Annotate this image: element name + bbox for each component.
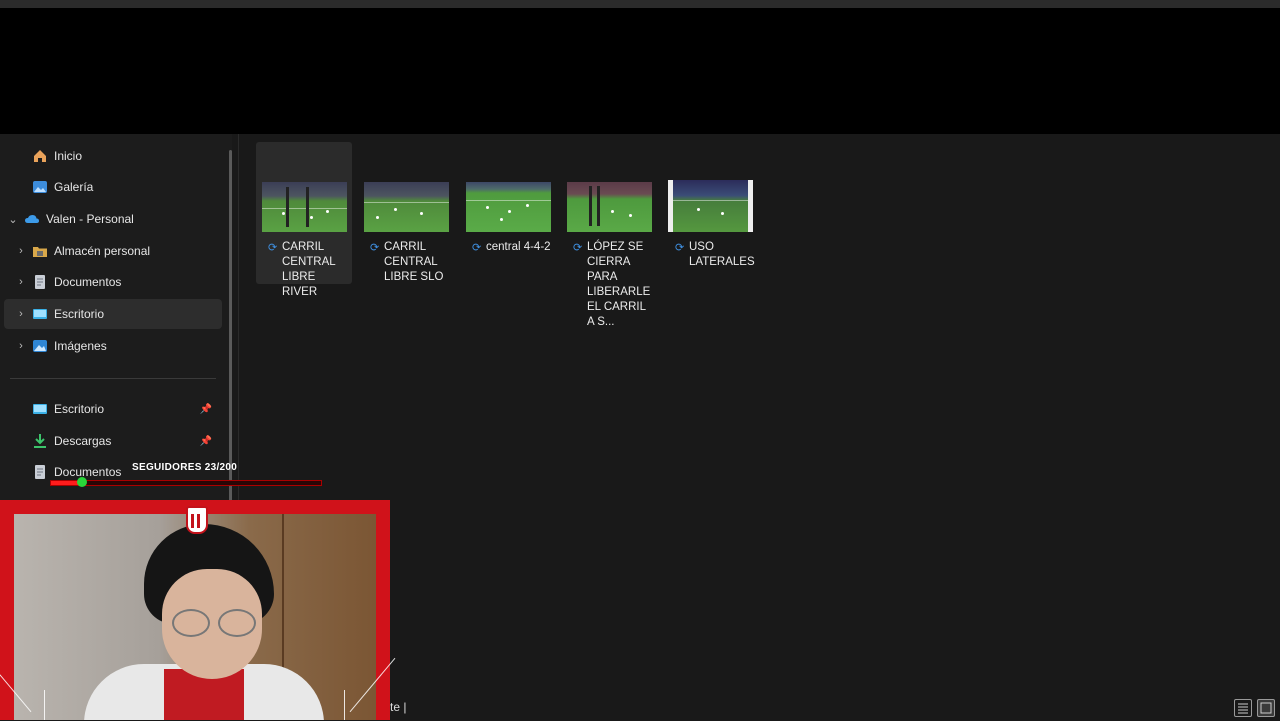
list-view-icon [1238,703,1248,714]
desktop-icon [32,401,48,417]
sidebar-item-documentos[interactable]: › Documentos [14,267,224,297]
file-name: USO LATERALES [689,241,755,268]
frame-decoration [344,690,345,720]
sidebar-item-label: Descargas [54,434,112,448]
sidebar-item-inicio[interactable]: Inicio [14,141,224,171]
gallery-icon [32,179,48,195]
progress-knob-icon [77,477,88,487]
sidebar-item-label: Galería [54,180,94,194]
file-item[interactable]: ⟳ CARRIL CENTRAL LIBRE RIVER [256,142,352,298]
file-name: LÓPEZ SE CIERRA PARA LIBERARLE EL CARRIL… [587,241,651,328]
sidebar-item-label: Documentos [54,275,122,289]
window-title-strip [0,0,1280,8]
sidebar-item-almacen-personal[interactable]: › Almacén personal [14,236,224,266]
sync-icon: ⟳ [675,242,685,254]
file-name: central 4-4-2 [486,241,551,253]
file-item[interactable]: ⟳ CARRIL CENTRAL LIBRE SLO [358,142,454,284]
sidebar-item-label: Inicio [54,149,83,163]
chevron-right-icon[interactable]: › [14,276,28,288]
sidebar-item-label: Escritorio [54,402,105,416]
file-item[interactable]: ⟳ central 4-4-2 [460,142,556,284]
video-thumbnail [466,182,551,232]
webcam-feed [14,514,376,720]
document-icon [32,274,48,290]
chevron-down-icon[interactable]: ⌄ [6,213,20,226]
sidebar-item-valen-personal[interactable]: ⌄ Valen - Personal [6,204,224,234]
document-icon [32,464,48,480]
details-view-button[interactable] [1234,699,1252,717]
sidebar-item-label: Documentos [54,465,122,479]
vault-folder-icon [32,243,48,259]
file-item[interactable]: ⟳ USO LATERALES [663,142,759,284]
status-bar-text: te | [390,700,407,714]
file-item[interactable]: ⟳ LÓPEZ SE CIERRA PARA LIBERARLE EL CARR… [561,142,657,328]
sidebar-divider [10,378,216,379]
club-crest-icon [186,506,208,534]
followers-progress-bar [50,477,322,487]
quick-access-descargas[interactable]: Descargas 📌 [14,426,224,456]
sidebar-item-escritorio[interactable]: › Escritorio [4,299,222,329]
sidebar-item-label: Escritorio [54,307,105,321]
file-name: CARRIL CENTRAL LIBRE RIVER [282,241,336,298]
home-icon [32,148,48,164]
chevron-right-icon[interactable]: › [14,245,28,257]
video-thumbnail [262,182,347,232]
sidebar-scrollbar[interactable] [229,150,232,510]
sidebar-item-label: Valen - Personal [46,212,134,226]
pin-icon[interactable]: 📌 [200,404,212,415]
grid-view-icon [1260,702,1272,714]
video-thumbnail [668,180,753,232]
frame-decoration [44,690,45,720]
large-icons-view-button[interactable] [1257,699,1275,717]
sync-icon: ⟳ [268,242,278,254]
pin-icon[interactable]: 📌 [200,436,212,447]
chevron-right-icon[interactable]: › [14,308,28,320]
video-thumbnail [364,182,449,232]
sync-icon: ⟳ [573,242,583,254]
sync-icon: ⟳ [370,242,380,254]
sidebar-item-label: Almacén personal [54,244,151,258]
sidebar-item-label: Imágenes [54,339,107,353]
quick-access-escritorio[interactable]: Escritorio 📌 [14,394,224,424]
download-icon [32,433,48,449]
black-band [0,8,1280,134]
followers-counter: SEGUIDORES 23/200 [132,462,238,473]
desktop-icon [32,306,48,322]
file-name: CARRIL CENTRAL LIBRE SLO [384,241,444,283]
sidebar-item-galeria[interactable]: Galería [14,172,224,202]
pictures-icon [32,338,48,354]
chevron-right-icon[interactable]: › [14,340,28,352]
sync-icon: ⟳ [472,242,482,254]
sidebar-item-imagenes[interactable]: › Imágenes [14,331,224,361]
cloud-icon [24,211,40,227]
video-thumbnail [567,182,652,232]
